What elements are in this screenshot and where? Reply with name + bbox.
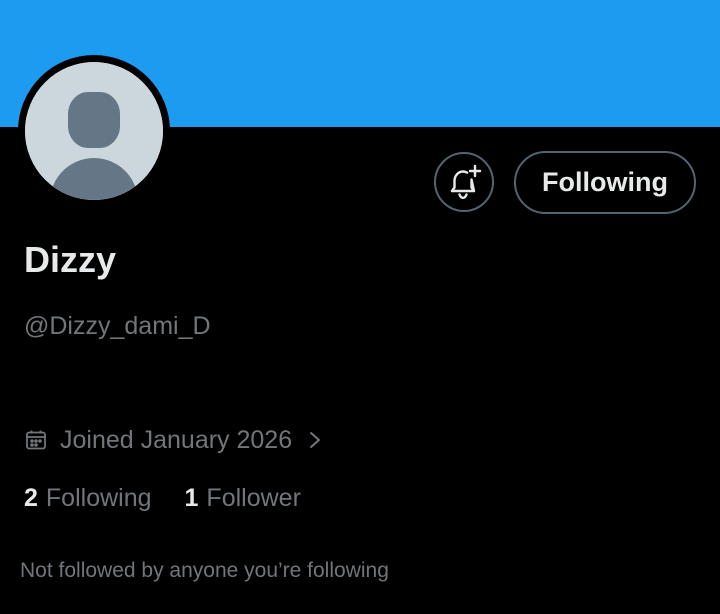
following-count: 2 bbox=[24, 483, 38, 512]
avatar-image bbox=[25, 62, 163, 200]
followers-count-link[interactable]: 1 Follower bbox=[185, 484, 301, 513]
display-name: Dizzy bbox=[24, 239, 117, 280]
following-label: Following bbox=[45, 483, 152, 512]
followers-count: 1 bbox=[184, 483, 199, 512]
user-handle: @Dizzy_dami_D bbox=[24, 312, 211, 340]
follow-counts: 2 Following 1 Follower bbox=[24, 482, 301, 514]
notifications-button[interactable] bbox=[434, 152, 494, 212]
profile-avatar[interactable] bbox=[18, 55, 170, 207]
joined-date-text: Joined January 2026 bbox=[60, 425, 293, 454]
chevron-right-icon bbox=[308, 430, 322, 450]
default-avatar-icon bbox=[25, 62, 163, 200]
following-count-link[interactable]: 2 Following bbox=[24, 484, 152, 513]
followers-label: Follower bbox=[206, 483, 301, 512]
mutual-followers-note: Not followed by anyone you’re following bbox=[20, 559, 389, 582]
following-button[interactable]: Following bbox=[514, 151, 696, 214]
joined-date-row[interactable]: Joined January 2026 bbox=[24, 424, 322, 456]
calendar-icon bbox=[24, 428, 48, 452]
bell-plus-icon bbox=[450, 164, 482, 199]
